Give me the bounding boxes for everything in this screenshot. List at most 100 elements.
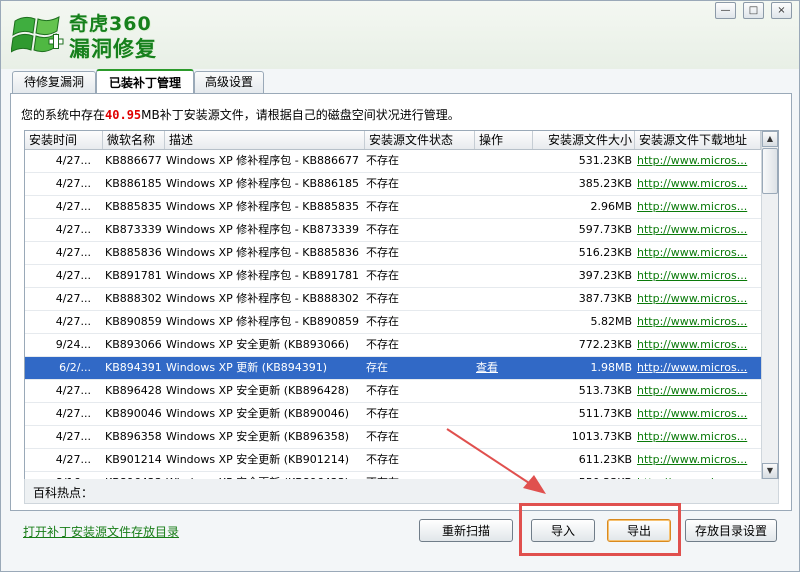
cell-download-url-link[interactable]: http://www.micros... (637, 449, 759, 471)
column-install-time[interactable]: 安装时间 (25, 131, 103, 149)
cell-download-url-link[interactable]: http://www.micros... (637, 357, 759, 379)
cell-download-url-link[interactable]: http://www.micros... (637, 196, 759, 218)
table-row[interactable]: 4/27... KB896428 Windows XP 安全更新 (KB896428… (25, 380, 761, 403)
table-row[interactable]: 4/27... KB888302 Windows XP 修补程序包 - KB8883… (25, 288, 761, 311)
cell-install-time: 4/27... (55, 246, 91, 259)
cell-description: Windows XP 安全更新 (KB890046) (166, 407, 350, 420)
patch-size-value: 40.95 (105, 108, 142, 122)
cell-ms-name: KB896428 (105, 384, 162, 397)
column-download-url[interactable]: 安装源文件下载地址 (635, 131, 761, 149)
cell-operation-link[interactable] (476, 380, 536, 402)
main-window: 奇虎360 漏洞修复 — □ × 待修复漏洞 已装补丁管理 高级设置 您的系统中… (0, 0, 800, 572)
table-row[interactable]: 4/27... KB885836 Windows XP 修补程序包 - KB8858… (25, 242, 761, 265)
cell-operation-link[interactable] (476, 288, 536, 310)
cell-download-url-link[interactable]: http://www.micros... (637, 173, 759, 195)
cell-install-time: 4/27... (55, 154, 91, 167)
cell-operation-link[interactable] (476, 403, 536, 425)
table-row[interactable]: 4/27... KB890859 Windows XP 修补程序包 - KB8908… (25, 311, 761, 334)
cell-install-time: 4/27... (55, 384, 91, 397)
cell-description: Windows XP 修补程序包 - KB890859 (166, 315, 359, 328)
scroll-up-arrow-icon[interactable]: ▲ (762, 131, 778, 147)
cell-source-status: 不存在 (366, 384, 399, 397)
cell-install-time: 4/27... (55, 430, 91, 443)
cell-source-size: 531.23KB (578, 154, 632, 167)
scroll-down-arrow-icon[interactable]: ▼ (762, 463, 778, 479)
cell-ms-name: KB896358 (105, 430, 162, 443)
cell-download-url-link[interactable]: http://www.micros... (637, 403, 759, 425)
table-row[interactable]: 4/27... KB886677 Windows XP 修补程序包 - KB8866… (25, 150, 761, 173)
table-row[interactable]: 4/27... KB891781 Windows XP 修补程序包 - KB8917… (25, 265, 761, 288)
cell-ms-name: KB894391 (105, 361, 162, 374)
column-source-size[interactable]: 安装源文件大小 (533, 131, 635, 149)
cell-source-size: 511.73KB (578, 407, 632, 420)
cell-source-size: 397.23KB (578, 269, 632, 282)
cell-download-url-link[interactable]: http://www.micros... (637, 265, 759, 287)
cell-download-url-link[interactable]: http://www.micros... (637, 311, 759, 333)
cell-description: Windows XP 修补程序包 - KB885836 (166, 246, 359, 259)
table-row[interactable]: 4/27... KB890046 Windows XP 安全更新 (KB890046… (25, 403, 761, 426)
cell-operation-link[interactable] (476, 449, 536, 471)
cell-operation-link[interactable] (476, 219, 536, 241)
tab-installed-patches[interactable]: 已装补丁管理 (96, 69, 194, 95)
cell-download-url-link[interactable]: http://www.micros... (637, 150, 759, 172)
cell-install-time: 4/27... (55, 177, 91, 190)
column-operation[interactable]: 操作 (475, 131, 533, 149)
cell-source-status: 存在 (366, 361, 388, 374)
cell-operation-link[interactable] (476, 426, 536, 448)
cell-ms-name: KB885836 (105, 246, 162, 259)
cell-download-url-link[interactable]: http://www.micros... (637, 380, 759, 402)
cell-download-url-link[interactable]: http://www.micros... (637, 334, 759, 356)
cell-install-time: 4/27... (55, 315, 91, 328)
logo-line2: 漏洞修复 (69, 37, 157, 61)
cell-description: Windows XP 修补程序包 - KB885835 (166, 200, 359, 213)
baike-hot-label: 百科热点： (33, 486, 94, 500)
tab-pending-vulnerabilities[interactable]: 待修复漏洞 (12, 71, 96, 93)
table-row[interactable]: 4/27... KB885835 Windows XP 修补程序包 - KB8858… (25, 196, 761, 219)
cell-operation-link[interactable] (476, 173, 536, 195)
cell-description: Windows XP 安全更新 (KB893066) (166, 338, 350, 351)
cell-source-size: 5.82MB (590, 315, 632, 328)
baike-hot-bar: 百科热点： (24, 479, 779, 504)
cell-description: Windows XP 修补程序包 - KB891781 (166, 269, 359, 282)
cell-ms-name: KB886677 (105, 154, 162, 167)
cell-operation-link[interactable] (476, 196, 536, 218)
table-row[interactable]: 9/24... KB893066 Windows XP 安全更新 (KB893066… (25, 334, 761, 357)
tab-advanced-settings[interactable]: 高级设置 (194, 71, 264, 93)
cell-source-status: 不存在 (366, 407, 399, 420)
cell-download-url-link[interactable]: http://www.micros... (637, 219, 759, 241)
cell-operation-link[interactable]: 查看 (476, 357, 536, 379)
cell-operation-link[interactable] (476, 334, 536, 356)
cell-operation-link[interactable] (476, 311, 536, 333)
cell-download-url-link[interactable]: http://www.micros... (637, 288, 759, 310)
cell-install-time: 6/2/... (59, 361, 91, 374)
cell-operation-link[interactable] (476, 242, 536, 264)
table-row[interactable]: 4/27... KB886185 Windows XP 修补程序包 - KB8861… (25, 173, 761, 196)
directory-settings-button[interactable]: 存放目录设置 (685, 519, 777, 542)
cell-ms-name: KB891781 (105, 269, 162, 282)
rescan-button[interactable]: 重新扫描 (419, 519, 513, 542)
cell-source-status: 不存在 (366, 269, 399, 282)
patch-table: 安装时间 微软名称 描述 安装源文件状态 操作 安装源文件大小 安装源文件下载地… (24, 130, 779, 480)
column-ms-name[interactable]: 微软名称 (103, 131, 165, 149)
logo-line1: 奇虎360 (69, 13, 152, 35)
cell-ms-name: KB893066 (105, 338, 162, 351)
cell-download-url-link[interactable]: http://www.micros... (637, 426, 759, 448)
cell-download-url-link[interactable]: http://www.micros... (637, 242, 759, 264)
cell-operation-link[interactable] (476, 150, 536, 172)
table-row[interactable]: 6/2/... KB894391 Windows XP 更新 (KB894391) 存… (25, 357, 761, 380)
table-row[interactable]: 4/27... KB873339 Windows XP 修补程序包 - KB8733… (25, 219, 761, 242)
table-row[interactable]: 4/27... KB896358 Windows XP 安全更新 (KB896358… (25, 426, 761, 449)
open-source-folder-link[interactable]: 打开补丁安装源文件存放目录 (23, 523, 179, 540)
cell-ms-name: KB885835 (105, 200, 162, 213)
close-button[interactable]: × (771, 2, 792, 19)
minimize-button[interactable]: — (715, 2, 736, 19)
table-row[interactable]: 4/27... KB901214 Windows XP 安全更新 (KB901214… (25, 449, 761, 472)
cell-ms-name: KB886185 (105, 177, 162, 190)
column-source-status[interactable]: 安装源文件状态 (365, 131, 475, 149)
cell-ms-name: KB901214 (105, 453, 162, 466)
vertical-scrollbar[interactable]: ▲ ▼ (761, 131, 778, 479)
maximize-button[interactable]: □ (743, 2, 764, 19)
cell-operation-link[interactable] (476, 265, 536, 287)
column-description[interactable]: 描述 (165, 131, 365, 149)
scroll-thumb[interactable] (762, 148, 778, 194)
